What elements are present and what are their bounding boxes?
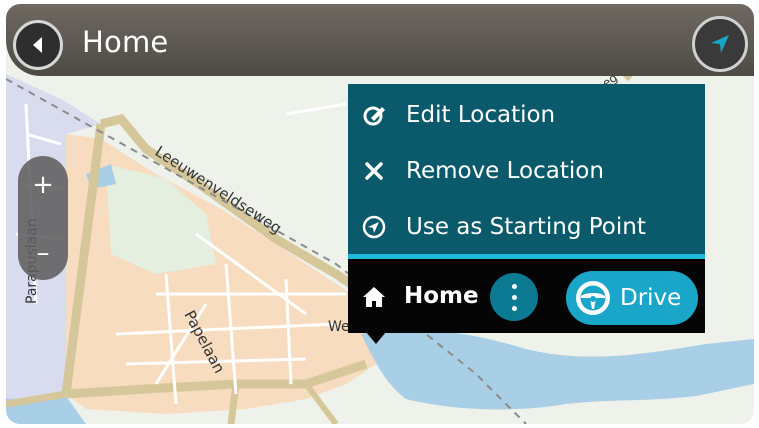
zoom-in-button[interactable]: + [18, 160, 68, 210]
menu-item-label: Remove Location [406, 158, 604, 184]
menu-item-use-as-starting-point[interactable]: Use as Starting Point [348, 199, 705, 255]
zoom-control: + – [18, 156, 68, 280]
drive-button[interactable]: Drive [566, 271, 698, 325]
menu-item-edit-location[interactable]: Edit Location [348, 87, 705, 143]
menu-item-label: Edit Location [406, 102, 556, 128]
steering-wheel-icon [576, 281, 610, 315]
back-arrow-icon [33, 37, 42, 53]
more-options-button[interactable] [490, 273, 538, 321]
location-menu: Edit Location Remove Location Use as Sta… [348, 84, 705, 258]
drive-label: Drive [620, 285, 682, 311]
more-dots-icon [511, 283, 517, 289]
navigation-arrow-icon [362, 215, 386, 239]
page-title: Home [82, 25, 169, 59]
street-label-we: We [328, 319, 350, 335]
location-name: Home [404, 283, 479, 309]
compass-button[interactable] [692, 16, 748, 72]
popup-pointer [366, 332, 386, 344]
location-bar: Home Drive [348, 259, 705, 333]
navigation-arrow-icon [711, 35, 729, 53]
home-icon [363, 287, 385, 307]
back-button[interactable] [13, 20, 63, 70]
header-bar: Home [6, 4, 754, 76]
close-icon [362, 159, 386, 183]
menu-item-remove-location[interactable]: Remove Location [348, 143, 705, 199]
zoom-out-button[interactable]: – [18, 228, 68, 278]
menu-item-label: Use as Starting Point [406, 214, 646, 240]
edit-icon [362, 103, 386, 127]
